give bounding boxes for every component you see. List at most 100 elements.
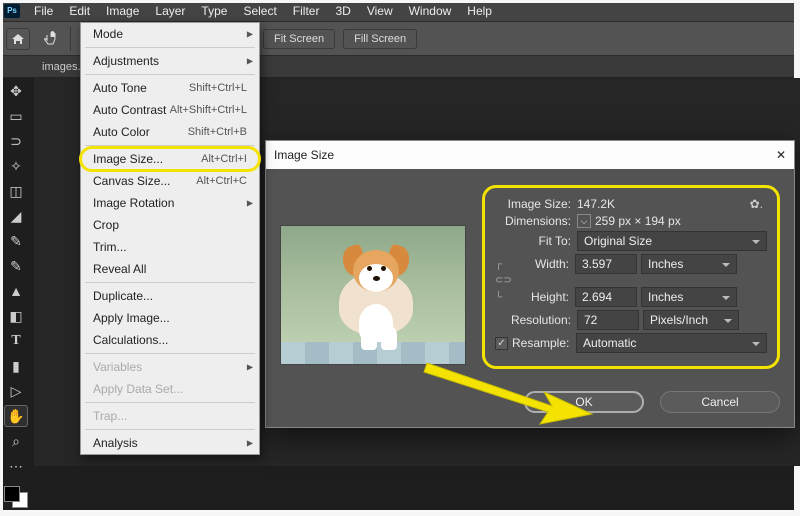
cancel-button[interactable]: Cancel — [660, 391, 780, 413]
menu-separator — [85, 429, 255, 430]
menu-item-shortcut: Shift+Ctrl+L — [189, 82, 247, 94]
menu-item-label: Auto Color — [93, 125, 150, 139]
menu-separator — [85, 402, 255, 403]
fit-to-label: Fit To: — [495, 234, 577, 248]
lasso-tool-icon[interactable]: ⊃ — [4, 130, 28, 152]
menu-layer[interactable]: Layer — [147, 1, 193, 21]
menu-item-analysis[interactable]: Analysis — [81, 432, 259, 454]
height-unit-select[interactable]: Inches — [641, 287, 737, 307]
home-button[interactable] — [6, 28, 30, 50]
menu-item-shortcut: Alt+Ctrl+C — [196, 175, 247, 187]
menu-item-label: Auto Tone — [93, 81, 147, 95]
resample-checkbox[interactable]: ✓ — [495, 337, 508, 350]
crop-tool-icon[interactable]: ◫ — [4, 180, 28, 202]
resample-label: Resample: — [512, 336, 576, 350]
image-size-value: 147.2K — [577, 197, 615, 211]
eraser-tool-icon[interactable]: ◧ — [4, 305, 28, 327]
fit-to-select[interactable]: Original Size — [577, 231, 767, 251]
pen-tool-icon[interactable]: ▮ — [4, 355, 28, 377]
stamp-tool-icon[interactable]: ▲ — [4, 280, 28, 302]
marquee-tool-icon[interactable]: ▭ — [4, 105, 28, 127]
menu-item-auto-contrast[interactable]: Auto Contrast Alt+Shift+Ctrl+L — [81, 99, 259, 121]
color-swatch[interactable] — [4, 486, 28, 508]
width-unit-select[interactable]: Inches — [641, 254, 737, 274]
frame-border — [0, 0, 800, 3]
menu-item-canvas-size[interactable]: Canvas Size... Alt+Ctrl+C — [81, 170, 259, 192]
menu-item-label: Canvas Size... — [93, 174, 170, 188]
frame-border — [0, 0, 3, 516]
menu-item-apply-image[interactable]: Apply Image... — [81, 307, 259, 329]
type-tool-icon[interactable]: T — [4, 330, 28, 352]
menu-window[interactable]: Window — [401, 1, 460, 21]
gear-icon[interactable]: ✿. — [746, 197, 767, 211]
fg-color-swatch[interactable] — [4, 486, 20, 502]
menu-item-label: Trap... — [93, 409, 127, 423]
hand-tool-icon[interactable]: ✋ — [4, 405, 28, 427]
height-input[interactable] — [575, 287, 637, 307]
menu-help[interactable]: Help — [459, 1, 500, 21]
image-size-dialog: Image Size ✕ Image Size: 147.2K ✿. Dimen… — [265, 140, 795, 428]
menu-item-label: Adjustments — [93, 54, 159, 68]
menu-edit[interactable]: Edit — [61, 1, 98, 21]
menu-item-auto-tone[interactable]: Auto Tone Shift+Ctrl+L — [81, 77, 259, 99]
hand-tool-icon[interactable] — [38, 28, 62, 50]
menu-item-shortcut: Alt+Shift+Ctrl+L — [170, 104, 247, 116]
dialog-titlebar[interactable]: Image Size ✕ — [266, 141, 794, 169]
menu-select[interactable]: Select — [235, 1, 284, 21]
dimensions-unit-toggle[interactable]: ⌵ — [577, 214, 591, 228]
app-menubar: Ps File Edit Image Layer Type Select Fil… — [0, 0, 800, 22]
menu-item-label: Image Rotation — [93, 196, 174, 210]
menu-item-reveal-all[interactable]: Reveal All — [81, 258, 259, 280]
path-select-tool-icon[interactable]: ▷ — [4, 380, 28, 402]
fill-screen-button[interactable]: Fill Screen — [343, 29, 417, 49]
menu-item-shortcut: Alt+Ctrl+I — [201, 153, 247, 165]
zoom-tool-icon[interactable]: ⌕ — [4, 430, 28, 452]
menu-item-label: Crop — [93, 218, 119, 232]
close-icon[interactable]: ✕ — [776, 148, 786, 162]
fit-screen-button[interactable]: Fit Screen — [263, 29, 335, 49]
menu-file[interactable]: File — [26, 1, 61, 21]
menu-item-image-size[interactable]: Image Size...Alt+Ctrl+I — [81, 148, 259, 170]
menu-item-label: Auto Contrast — [93, 103, 166, 117]
healing-tool-icon[interactable]: ✎ — [4, 230, 28, 252]
menu-item-apply-data-set: Apply Data Set... — [81, 378, 259, 400]
menu-item-image-rotation[interactable]: Image Rotation — [81, 192, 259, 214]
menu-item-calculations[interactable]: Calculations... — [81, 329, 259, 351]
menu-item-duplicate[interactable]: Duplicate... — [81, 285, 259, 307]
menu-item-label: Apply Data Set... — [93, 382, 183, 396]
menu-separator — [85, 353, 255, 354]
image-size-label: Image Size: — [495, 197, 577, 211]
menu-item-label: Apply Image... — [93, 311, 170, 325]
menu-type[interactable]: Type — [193, 1, 235, 21]
brush-tool-icon[interactable]: ✎ — [4, 255, 28, 277]
menu-item-label: Analysis — [93, 436, 138, 450]
menu-item-mode[interactable]: Mode — [81, 23, 259, 45]
resample-select[interactable]: Automatic — [576, 333, 767, 353]
menu-filter[interactable]: Filter — [285, 1, 328, 21]
menu-3d[interactable]: 3D — [327, 1, 358, 21]
eyedropper-tool-icon[interactable]: ◢ — [4, 205, 28, 227]
menu-item-label: Mode — [93, 27, 123, 41]
frame-border — [0, 510, 800, 516]
menu-item-crop[interactable]: Crop — [81, 214, 259, 236]
width-input[interactable] — [575, 254, 637, 274]
edit-toolbar-icon[interactable]: ⋯ — [4, 455, 28, 477]
menu-item-adjustments[interactable]: Adjustments — [81, 50, 259, 72]
constrain-proportions-icon[interactable]: ⊂⊃ — [495, 275, 509, 286]
separator — [70, 27, 71, 51]
height-label: Height: — [509, 290, 575, 304]
dialog-title: Image Size — [274, 148, 334, 162]
magic-wand-tool-icon[interactable]: ✧ — [4, 155, 28, 177]
move-tool-icon[interactable]: ✥ — [4, 80, 28, 102]
resolution-unit-select[interactable]: Pixels/Inch — [643, 310, 739, 330]
menu-item-trim[interactable]: Trim... — [81, 236, 259, 258]
ok-button[interactable]: OK — [524, 391, 644, 413]
menu-image[interactable]: Image — [98, 1, 147, 21]
resolution-input[interactable] — [577, 310, 639, 330]
link-bracket-top: ┌ — [495, 259, 509, 270]
menu-view[interactable]: View — [359, 1, 401, 21]
document-tab[interactable]: images. — [36, 58, 87, 76]
menu-item-label: Trim... — [93, 240, 127, 254]
menu-item-shortcut: Shift+Ctrl+B — [188, 126, 247, 138]
menu-item-auto-color[interactable]: Auto Color Shift+Ctrl+B — [81, 121, 259, 143]
